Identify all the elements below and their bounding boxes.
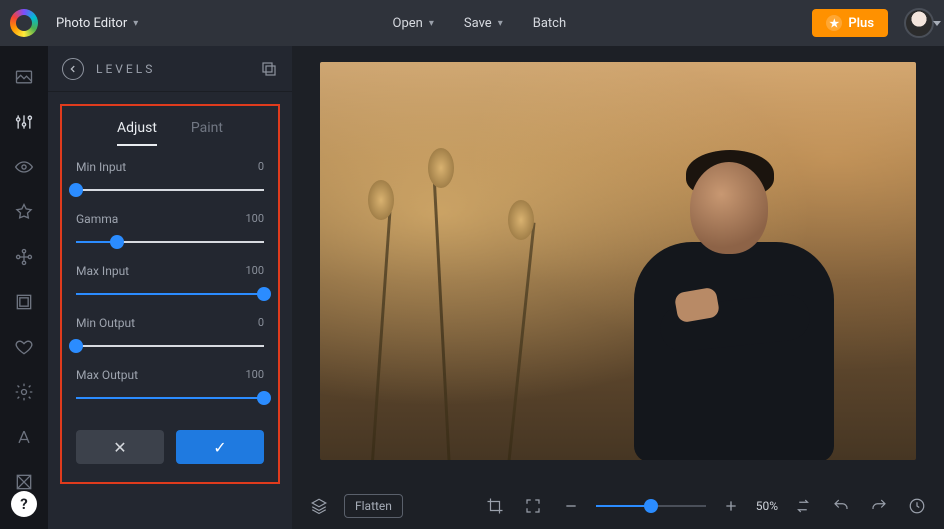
slider-min-input[interactable] — [76, 182, 264, 198]
field-value: 100 — [245, 368, 264, 382]
image-icon[interactable] — [13, 66, 35, 88]
crop-icon[interactable] — [482, 493, 508, 519]
check-icon: ✓ — [213, 438, 226, 457]
star-icon[interactable] — [13, 201, 35, 223]
field-max-input: Max Input 100 — [76, 264, 264, 302]
swap-icon[interactable] — [790, 493, 816, 519]
redo-icon[interactable] — [866, 493, 892, 519]
layers-icon[interactable] — [306, 493, 332, 519]
heart-icon[interactable] — [13, 336, 35, 358]
field-value: 100 — [245, 264, 264, 278]
zoom-label: 50% — [756, 499, 778, 513]
panel-body: Adjust Paint Min Input 0 Gamma 100 Max Inp… — [60, 104, 280, 484]
flatten-button[interactable]: Flatten — [344, 494, 403, 518]
field-min-input: Min Input 0 — [76, 160, 264, 198]
upgrade-plus-button[interactable]: ★ Plus — [812, 9, 888, 37]
frame-icon[interactable] — [13, 291, 35, 313]
star-badge-icon: ★ — [826, 15, 842, 31]
close-icon: ✕ — [113, 438, 126, 457]
field-label: Min Output — [76, 316, 135, 330]
batch-button[interactable]: Batch — [520, 9, 579, 38]
slider-max-output[interactable] — [76, 390, 264, 406]
undo-icon[interactable] — [828, 493, 854, 519]
field-value: 100 — [245, 212, 264, 226]
chevron-down-icon: ▾ — [498, 18, 503, 29]
slider-max-input[interactable] — [76, 286, 264, 302]
levels-panel: LEVELS Adjust Paint Min Input 0 Gamma 100 … — [48, 46, 292, 529]
gear-icon[interactable] — [13, 381, 35, 403]
duplicate-icon[interactable] — [260, 60, 278, 78]
app-mode-dropdown[interactable]: Photo Editor ▾ — [48, 12, 146, 35]
field-label: Min Input — [76, 160, 126, 174]
save-button[interactable]: Save ▾ — [451, 9, 516, 38]
zoom-slider[interactable] — [596, 499, 706, 513]
field-gamma: Gamma 100 — [76, 212, 264, 250]
field-label: Max Output — [76, 368, 138, 382]
text-icon[interactable] — [13, 426, 35, 448]
field-value: 0 — [258, 316, 264, 330]
tab-paint[interactable]: Paint — [191, 120, 223, 146]
chevron-down-icon: ▾ — [133, 18, 138, 29]
help-button[interactable]: ? — [11, 491, 37, 517]
slider-min-output[interactable] — [76, 338, 264, 354]
save-label: Save — [464, 16, 492, 31]
zoom-in-icon[interactable] — [718, 493, 744, 519]
tab-adjust[interactable]: Adjust — [117, 120, 157, 146]
pattern-icon[interactable] — [13, 471, 35, 493]
nodes-icon[interactable] — [13, 246, 35, 268]
open-label: Open — [393, 16, 423, 31]
sliders-icon[interactable] — [13, 111, 35, 133]
slider-gamma[interactable] — [76, 234, 264, 250]
app-mode-label: Photo Editor — [56, 16, 127, 31]
chevron-down-icon: ▾ — [429, 18, 434, 29]
top-bar: Photo Editor ▾ Open ▾ Save ▾ Batch ★ Plus — [0, 0, 944, 46]
batch-label: Batch — [533, 16, 566, 31]
expand-icon[interactable] — [520, 493, 546, 519]
cancel-button[interactable]: ✕ — [76, 430, 164, 464]
panel-title: LEVELS — [96, 62, 248, 76]
file-actions: Open ▾ Save ▾ Batch — [380, 9, 580, 38]
apply-button[interactable]: ✓ — [176, 430, 264, 464]
bottom-bar: Flatten 50% — [292, 483, 944, 529]
photo-canvas[interactable] — [320, 62, 916, 460]
field-label: Max Input — [76, 264, 129, 278]
field-min-output: Min Output 0 — [76, 316, 264, 354]
app-logo[interactable] — [10, 9, 38, 37]
plus-label: Plus — [848, 16, 874, 31]
zoom-out-icon[interactable] — [558, 493, 584, 519]
history-icon[interactable] — [904, 493, 930, 519]
open-button[interactable]: Open ▾ — [380, 9, 447, 38]
field-value: 0 — [258, 160, 264, 174]
canvas-area: Flatten 50% — [292, 46, 944, 529]
eye-icon[interactable] — [13, 156, 35, 178]
field-max-output: Max Output 100 — [76, 368, 264, 406]
field-label: Gamma — [76, 212, 118, 226]
user-avatar-dropdown[interactable] — [904, 8, 934, 38]
back-button[interactable] — [62, 58, 84, 80]
tool-rail: ? — [0, 46, 48, 529]
